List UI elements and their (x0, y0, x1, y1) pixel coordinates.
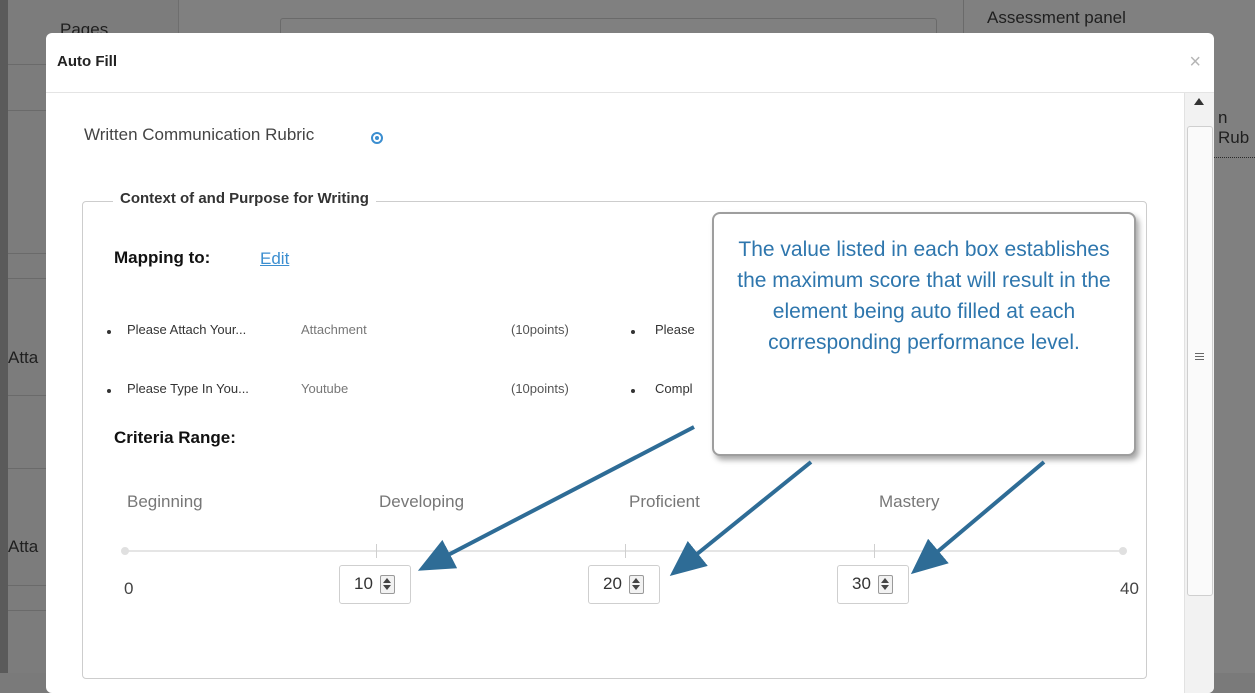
range-tick (376, 544, 377, 558)
bullet-icon (107, 330, 111, 334)
bullet-icon (631, 389, 635, 393)
level-developing: Developing (379, 492, 465, 511)
range-tick (874, 544, 875, 558)
background-row-label: Atta (8, 348, 39, 367)
annotation-callout: The value listed in each box establishes… (712, 212, 1136, 456)
dialog-scrollbar[interactable] (1184, 93, 1214, 693)
threshold-value: 20 (603, 574, 622, 593)
spinner-arrows-icon[interactable] (380, 575, 395, 594)
window-frame (0, 0, 8, 673)
callout-text: The value listed in each box establishes… (737, 238, 1111, 354)
dialog-header: Auto Fill × (46, 33, 1214, 93)
level-mastery: Mastery (879, 492, 940, 511)
background-divider (1213, 157, 1255, 158)
bullet-icon (631, 330, 635, 334)
eye-icon[interactable] (371, 132, 383, 144)
mapping-item-name: Please Attach Your... (127, 322, 247, 337)
range-min-value: 0 (124, 579, 134, 598)
range-tick (625, 544, 626, 558)
edit-mapping-link[interactable]: Edit (260, 249, 289, 269)
spinner-arrows-icon[interactable] (629, 575, 644, 594)
criterion-legend: Context of and Purpose for Writing (113, 190, 376, 207)
threshold-value: 30 (852, 574, 871, 593)
threshold-stepper[interactable]: 30 (837, 565, 909, 604)
range-max-value: 40 (1120, 579, 1139, 598)
scroll-up-icon[interactable] (1194, 98, 1204, 105)
dialog-title: Auto Fill (57, 53, 117, 70)
threshold-stepper[interactable]: 10 (339, 565, 411, 604)
grip-icon (1195, 353, 1204, 362)
mapping-item-type: Attachment (301, 322, 367, 337)
mapping-item-name: Please Type In You... (127, 381, 249, 396)
bullet-icon (107, 389, 111, 393)
level-beginning: Beginning (127, 492, 203, 511)
mapping-item-type: Youtube (301, 381, 349, 396)
mapping-item-name: Compl (655, 381, 693, 396)
level-proficient: Proficient (629, 492, 700, 511)
close-button[interactable]: × (1189, 51, 1201, 74)
spinner-arrows-icon[interactable] (878, 575, 893, 594)
mapping-item-points: (10points) (511, 381, 569, 396)
threshold-stepper[interactable]: 20 (588, 565, 660, 604)
mapping-item-points: (10points) (511, 322, 569, 337)
scroll-thumb[interactable] (1187, 126, 1213, 596)
rubric-title: Written Communication Rubric (84, 125, 315, 144)
background-row-label: Atta (8, 537, 39, 556)
mapping-label: Mapping to: (114, 248, 211, 267)
range-start-dot (121, 547, 129, 555)
range-end-dot (1119, 547, 1127, 555)
criteria-range-label: Criteria Range: (114, 428, 236, 447)
background-assessment-header: Assessment panel (987, 8, 1126, 27)
background-partial-label: n Rub (1218, 108, 1250, 147)
mapping-item-name: Please (655, 322, 695, 337)
range-track (125, 550, 1123, 552)
threshold-value: 10 (354, 574, 373, 593)
